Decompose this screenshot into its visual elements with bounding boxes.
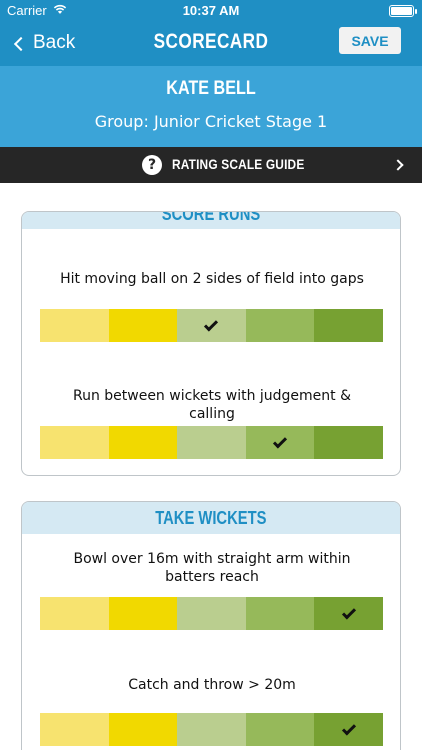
player-header: KATE BELL Group: Junior Cricket Stage 1 — [0, 66, 422, 147]
rating-option-2[interactable] — [108, 597, 178, 630]
player-group: Group: Junior Cricket Stage 1 — [94, 112, 328, 131]
rating-option-3[interactable] — [177, 309, 246, 342]
rating-option-4[interactable] — [245, 597, 315, 630]
rating-option-4[interactable] — [245, 713, 315, 746]
chevron-right-icon — [392, 159, 404, 171]
rating-option-1[interactable] — [40, 426, 109, 459]
top-bar: Carrier 10:37 AM Back SCORECARD SAVE — [0, 0, 422, 66]
rating-option-5[interactable] — [314, 713, 383, 746]
skill-label: Hit moving ball on 2 sides of field into… — [60, 271, 364, 287]
skill-label: Bowl over 16m with straight arm within b… — [73, 551, 351, 585]
page-title: SCORECARD — [153, 30, 269, 53]
section-card-score-runs: SCORE RUNS Hit moving ball on 2 sides of… — [21, 211, 401, 476]
rating-option-3[interactable] — [177, 597, 246, 630]
rating-option-4[interactable] — [245, 426, 315, 459]
rating-option-5[interactable] — [314, 426, 383, 459]
rating-option-3[interactable] — [177, 713, 246, 746]
rating-option-4[interactable] — [245, 309, 315, 342]
question-circle-icon: ? — [142, 155, 162, 175]
status-bar: Carrier 10:37 AM — [0, 0, 422, 22]
navigation-bar: Back SCORECARD SAVE — [0, 22, 422, 66]
section-title: TAKE WICKETS — [155, 508, 267, 528]
rating-scale[interactable] — [40, 713, 383, 746]
rating-option-1[interactable] — [40, 713, 109, 746]
save-button[interactable]: SAVE — [339, 27, 401, 54]
rating-scale[interactable] — [40, 309, 383, 342]
checkmark-icon — [273, 433, 288, 449]
chevron-left-icon — [13, 36, 29, 51]
rating-option-5[interactable] — [314, 597, 383, 630]
battery-icon — [389, 5, 417, 17]
rating-option-3[interactable] — [177, 426, 246, 459]
checkmark-icon — [204, 316, 219, 332]
scorecard-content[interactable]: SCORE RUNS Hit moving ball on 2 sides of… — [0, 183, 422, 750]
rating-scale[interactable] — [40, 597, 383, 630]
checkmark-icon — [341, 720, 356, 736]
rating-option-2[interactable] — [108, 713, 178, 746]
section-header: TAKE WICKETS — [22, 502, 400, 534]
rating-scale-guide-label: RATING SCALE GUIDE — [172, 156, 305, 172]
skill-label: Catch and throw > 20m — [128, 677, 296, 693]
rating-option-1[interactable] — [40, 309, 109, 342]
section-card-take-wickets: TAKE WICKETS Bowl over 16m with straight… — [21, 501, 401, 750]
section-header: SCORE RUNS — [22, 211, 400, 229]
rating-scale-guide-row[interactable]: ? RATING SCALE GUIDE — [0, 147, 422, 183]
rating-option-2[interactable] — [108, 309, 178, 342]
rating-option-1[interactable] — [40, 597, 109, 630]
rating-option-2[interactable] — [108, 426, 178, 459]
player-name: KATE BELL — [166, 78, 256, 99]
skill-label: Run between wickets with judgement & cal… — [72, 388, 352, 422]
checkmark-icon — [341, 604, 356, 620]
rating-scale[interactable] — [40, 426, 383, 459]
status-time: 10:37 AM — [182, 3, 240, 18]
rating-option-5[interactable] — [314, 309, 383, 342]
section-title: SCORE RUNS — [161, 211, 261, 224]
